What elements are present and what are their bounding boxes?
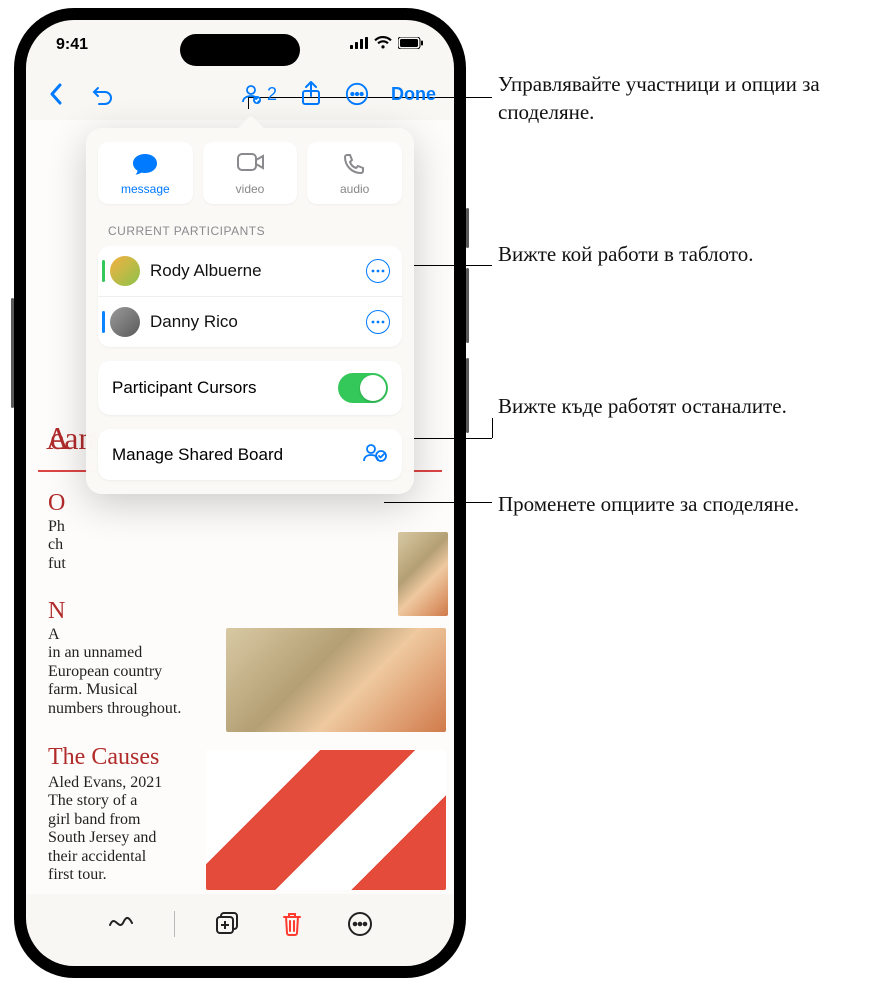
notch	[180, 34, 300, 66]
message-icon	[132, 152, 158, 178]
divider	[174, 911, 175, 937]
collaboration-button[interactable]: 2	[239, 82, 277, 106]
participant-more-icon[interactable]	[366, 259, 390, 283]
video-icon	[237, 152, 263, 178]
participant-row[interactable]: Danny Rico	[98, 297, 402, 347]
message-button[interactable]: message	[98, 142, 193, 204]
callout-text: Променете опциите за споделяне.	[498, 490, 818, 518]
manage-board-row[interactable]: Manage Shared Board	[98, 429, 402, 480]
section-body: Ph ch fut	[48, 518, 66, 573]
wifi-icon	[374, 36, 392, 54]
manage-label: Manage Shared Board	[112, 445, 283, 465]
more-icon[interactable]	[347, 911, 373, 937]
participants-header: CURRENT PARTICIPANTS	[98, 218, 402, 246]
callout-text: Вижте къде работят останалите.	[498, 392, 818, 420]
audio-button[interactable]: audio	[307, 142, 402, 204]
participants-list: Rody Albuerne Danny Rico	[98, 246, 402, 347]
phone-frame: 9:41	[14, 8, 466, 978]
draw-icon[interactable]	[108, 911, 134, 937]
battery-icon	[398, 36, 424, 54]
bottom-toolbar	[26, 896, 454, 952]
avatar	[110, 307, 140, 337]
side-button	[466, 268, 469, 343]
avatar	[110, 256, 140, 286]
participant-count: 2	[267, 84, 277, 105]
photo	[398, 532, 448, 616]
participant-name: Rody Albuerne	[150, 261, 356, 281]
illustration	[206, 750, 446, 890]
cursors-label: Participant Cursors	[112, 378, 257, 398]
done-button[interactable]: Done	[391, 84, 436, 105]
manage-icon	[362, 441, 388, 468]
app-toolbar: 2 Done	[26, 72, 454, 116]
status-time: 9:41	[56, 36, 88, 54]
message-label: message	[121, 182, 170, 196]
collaboration-popover: message video audio CURRENT PARTICIPANTS	[86, 128, 414, 494]
undo-icon[interactable]	[90, 82, 114, 106]
side-button	[466, 358, 469, 433]
more-icon[interactable]	[345, 82, 369, 106]
callout-text: Вижте кой работи в таблото.	[498, 240, 798, 268]
video-button[interactable]: video	[203, 142, 298, 204]
section-body: Aled Evans, 2021 The story of a girl ban…	[48, 774, 162, 884]
section-heading: N	[48, 598, 65, 626]
video-label: video	[236, 182, 265, 196]
section-heading: The Causes	[48, 744, 159, 772]
side-button	[11, 298, 14, 408]
add-item-icon[interactable]	[215, 911, 241, 937]
audio-label: audio	[340, 182, 369, 196]
trash-icon[interactable]	[281, 911, 307, 937]
callout-text: Управлявайте участници и опции за сподел…	[498, 70, 878, 127]
participant-name: Danny Rico	[150, 312, 356, 332]
cursors-toggle[interactable]	[338, 373, 388, 403]
participant-more-icon[interactable]	[366, 310, 390, 334]
participant-row[interactable]: Rody Albuerne	[98, 246, 402, 297]
side-button	[466, 208, 469, 248]
screen: 9:41	[26, 20, 454, 966]
leader-line	[384, 502, 492, 503]
back-icon[interactable]	[44, 82, 68, 106]
phone-icon	[342, 152, 368, 178]
share-icon[interactable]	[299, 82, 323, 106]
participant-cursors-row[interactable]: Participant Cursors	[98, 361, 402, 415]
photo	[226, 628, 446, 732]
cellular-icon	[350, 36, 368, 54]
section-body: A in an unnamed European country farm. M…	[48, 626, 181, 718]
section-heading: O	[48, 490, 65, 518]
leader-line	[492, 418, 493, 438]
